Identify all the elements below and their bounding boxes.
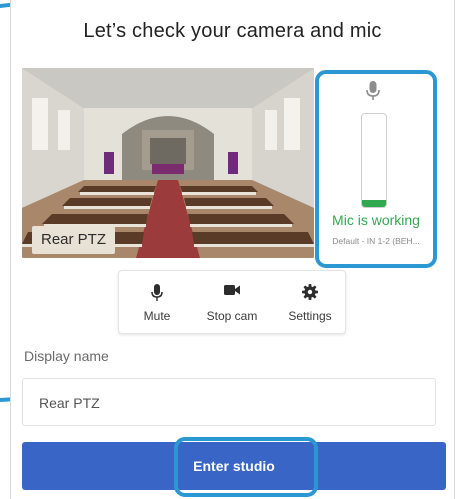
media-toolbar: Mute Stop cam Settings — [118, 270, 346, 334]
mute-label: Mute — [143, 309, 171, 323]
mute-button[interactable]: Mute — [127, 271, 187, 333]
display-name-field[interactable]: Rear PTZ — [22, 378, 436, 426]
display-name-label: Display name — [24, 348, 109, 364]
camera-source-label: Rear PTZ — [32, 226, 116, 254]
gear-icon — [302, 284, 318, 300]
microphone-icon — [151, 284, 163, 301]
settings-button[interactable]: Settings — [279, 271, 341, 333]
dialog-title: Let’s check your camera and mic — [83, 20, 382, 42]
mic-level-fill — [362, 199, 386, 207]
video-camera-icon — [224, 285, 240, 295]
enter-studio-button[interactable]: Enter studio — [22, 442, 446, 490]
microphone-icon — [366, 81, 380, 100]
settings-label: Settings — [288, 309, 332, 323]
stop-cam-label: Stop cam — [206, 309, 258, 323]
mic-status-text: Mic is working — [332, 212, 420, 228]
mic-device-name: Default - IN 1-2 (BEH... — [332, 236, 420, 246]
mic-level-meter — [361, 113, 387, 208]
stop-cam-button[interactable]: Stop cam — [197, 271, 267, 333]
